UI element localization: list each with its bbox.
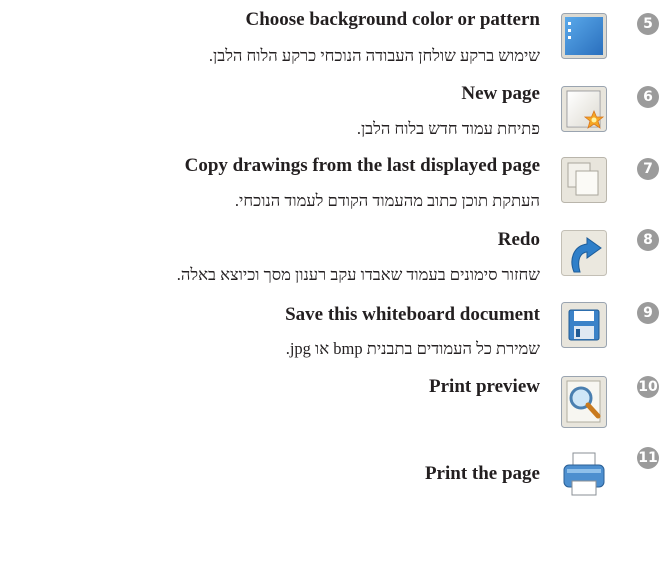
item-description: שמירת כל העמודים בתבנית bmp או jpg. — [285, 339, 540, 358]
item-title: Copy drawings from the last displayed pa… — [184, 155, 540, 176]
item-title: Redo — [497, 229, 540, 250]
redo-icon — [561, 230, 607, 276]
background-icon — [561, 13, 607, 59]
step-badge: 6 — [637, 86, 659, 108]
copy-pages-icon — [561, 157, 607, 203]
printer-icon — [561, 447, 607, 499]
new-page-icon — [561, 86, 607, 132]
item-description: פתיחת עמוד חדש בלוח הלבן. — [356, 119, 540, 138]
print-preview-icon — [561, 376, 607, 428]
item-description: שימוש ברקע שולחן העבודה הנוכחי כרקע הלוח… — [208, 46, 540, 65]
item-title: New page — [461, 83, 540, 104]
item-title: Print preview — [429, 376, 540, 397]
step-badge: 9 — [637, 302, 659, 324]
item-title: Print the page — [424, 463, 540, 484]
step-badge: 7 — [637, 158, 659, 180]
item-title: Save this whiteboard document — [285, 304, 540, 325]
step-badge: 11 — [637, 447, 659, 469]
item-description: שחזור סימונים בעמוד שאבדו עקב רענון מסך … — [176, 265, 540, 284]
save-icon — [561, 302, 607, 348]
step-badge: 10 — [637, 376, 659, 398]
item-title: Choose background color or pattern — [245, 9, 540, 30]
item-description: העתקת תוכן כתוב מהעמוד הקודם לעמוד הנוכח… — [234, 191, 540, 210]
step-badge: 8 — [637, 229, 659, 251]
step-badge: 5 — [637, 13, 659, 35]
